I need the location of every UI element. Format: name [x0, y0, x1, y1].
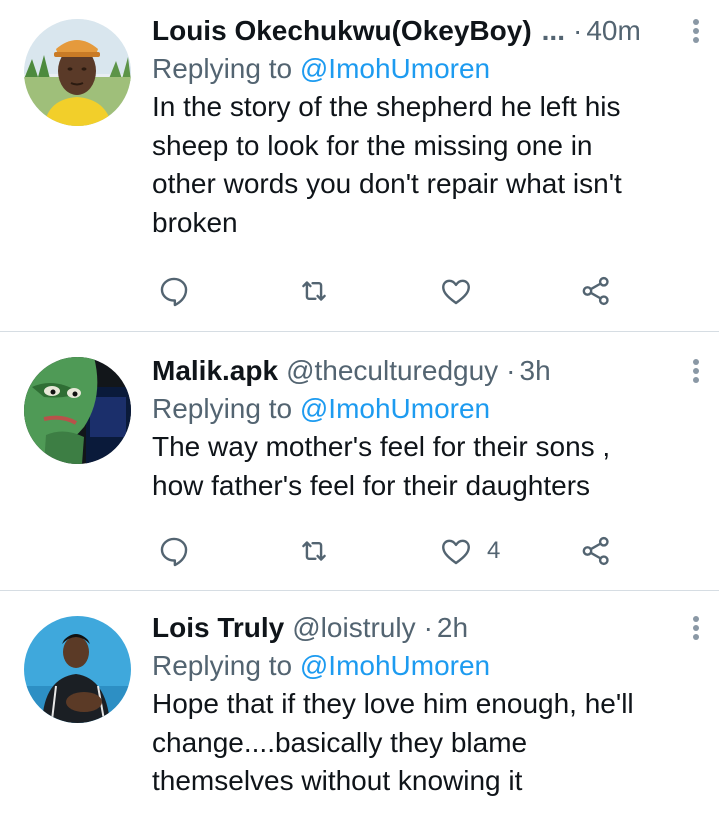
- tweet[interactable]: Lois Truly @loistruly · 2h Replying to @…: [0, 591, 719, 825]
- reply-icon: [160, 537, 188, 567]
- timestamp[interactable]: 40m: [586, 12, 640, 50]
- timestamp[interactable]: 2h: [437, 609, 468, 647]
- retweet-icon: [302, 541, 326, 561]
- more-options-icon[interactable]: [681, 14, 711, 48]
- heart-icon: [442, 539, 470, 565]
- more-options-icon[interactable]: [681, 354, 711, 388]
- replying-prefix: Replying to: [152, 53, 293, 84]
- retweet-icon: [302, 281, 326, 301]
- mention-link[interactable]: @ImohUmoren: [300, 650, 490, 681]
- tweet-actions: [152, 271, 622, 311]
- reply-button[interactable]: [157, 531, 191, 571]
- share-icon: [582, 536, 609, 566]
- tweet[interactable]: Louis Okechukwu(OkeyBoy) ... · 40m Reply…: [0, 0, 719, 332]
- display-name[interactable]: Lois Truly: [152, 609, 284, 647]
- tweet-content: Malik.apk @theculturedguy · 3h Replying …: [152, 352, 699, 505]
- reply-icon: [160, 277, 188, 307]
- reply-button[interactable]: [157, 271, 191, 311]
- tweet-header: Lois Truly @loistruly · 2h: [152, 609, 695, 647]
- replying-to: Replying to @ImohUmoren: [152, 50, 695, 88]
- reply-feed: Louis Okechukwu(OkeyBoy) ... · 40m Reply…: [0, 0, 719, 825]
- share-icon: [582, 276, 609, 306]
- share-button[interactable]: [579, 271, 613, 311]
- tweet-content: Lois Truly @loistruly · 2h Replying to @…: [152, 609, 699, 801]
- replying-to: Replying to @ImohUmoren: [152, 390, 695, 428]
- avatar-photo: [24, 19, 131, 126]
- like-button[interactable]: [439, 271, 487, 311]
- avatar-photo: [24, 357, 131, 464]
- avatar-photo: [24, 616, 131, 723]
- separator-dot: ·: [423, 612, 433, 643]
- mention-link[interactable]: @ImohUmoren: [300, 53, 490, 84]
- tweet-content: Louis Okechukwu(OkeyBoy) ... · 40m Reply…: [152, 12, 699, 242]
- avatar[interactable]: [24, 357, 131, 464]
- replying-prefix: Replying to: [152, 650, 293, 681]
- like-count: 4: [487, 537, 501, 564]
- tweet-header: Malik.apk @theculturedguy · 3h: [152, 352, 695, 390]
- more-options-icon[interactable]: [681, 611, 711, 645]
- display-name[interactable]: Louis Okechukwu(OkeyBoy): [152, 12, 532, 50]
- user-handle[interactable]: @theculturedguy: [286, 352, 498, 390]
- share-button[interactable]: [579, 531, 613, 571]
- tweet-header: Louis Okechukwu(OkeyBoy) ... · 40m: [152, 12, 695, 50]
- heart-icon: [442, 279, 470, 305]
- tweet-text: In the story of the shepherd he left his…: [152, 91, 622, 238]
- mention-link[interactable]: @ImohUmoren: [300, 393, 490, 424]
- name-truncation: ...: [541, 15, 565, 46]
- avatar[interactable]: [24, 616, 131, 723]
- tweet-actions: 4: [152, 531, 622, 571]
- separator-dot: ·: [572, 15, 583, 46]
- tweet-text: Hope that if they love him enough, he'll…: [152, 688, 634, 796]
- tweet[interactable]: Malik.apk @theculturedguy · 3h Replying …: [0, 332, 719, 591]
- display-name[interactable]: Malik.apk: [152, 352, 278, 390]
- user-handle[interactable]: @loistruly: [292, 609, 415, 647]
- tweet-text: The way mother's feel for their sons , h…: [152, 431, 611, 501]
- timestamp[interactable]: 3h: [520, 352, 551, 390]
- retweet-button[interactable]: [297, 271, 331, 311]
- retweet-button[interactable]: [297, 531, 331, 571]
- replying-to: Replying to @ImohUmoren: [152, 647, 695, 685]
- like-button[interactable]: 4: [439, 531, 500, 571]
- replying-prefix: Replying to: [152, 393, 293, 424]
- separator-dot: ·: [506, 355, 516, 386]
- avatar[interactable]: [24, 19, 131, 126]
